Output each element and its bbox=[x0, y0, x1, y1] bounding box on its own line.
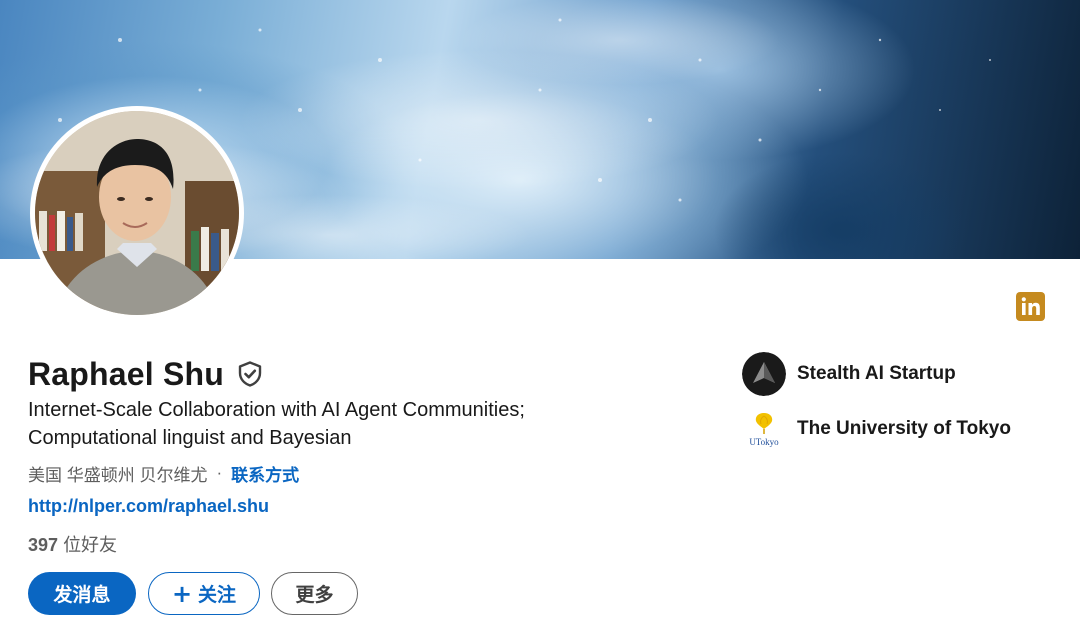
profile-card: Raphael Shu Internet-Scale Collaboration… bbox=[0, 0, 1080, 632]
plus-icon: + bbox=[171, 579, 193, 608]
website-link[interactable]: http://nlper.com/raphael.shu bbox=[28, 496, 269, 517]
svg-text:UTokyo: UTokyo bbox=[749, 437, 779, 447]
headline-line-2: Computational linguist and Bayesian bbox=[28, 427, 352, 449]
current-company-item[interactable]: Stealth AI Startup bbox=[742, 352, 956, 396]
connections-count[interactable]: 397 位好友 bbox=[28, 531, 117, 557]
school-name: The University of Tokyo bbox=[797, 418, 1011, 439]
linkedin-logo-icon bbox=[1016, 292, 1045, 321]
profile-name-row: Raphael Shu bbox=[28, 354, 264, 394]
stealth-logo-icon bbox=[742, 352, 786, 396]
separator-dot: · bbox=[216, 463, 223, 482]
utokyo-logo-icon: UTokyo bbox=[742, 407, 786, 451]
headline-line-1: Internet-Scale Collaboration with AI Age… bbox=[28, 399, 525, 421]
more-button[interactable]: 更多 bbox=[271, 572, 358, 615]
connections-label: 位好友 bbox=[63, 535, 118, 555]
company-name: Stealth AI Startup bbox=[797, 363, 956, 384]
verified-shield-icon[interactable] bbox=[236, 360, 264, 388]
follow-button[interactable]: + 关注 bbox=[148, 572, 260, 615]
education-item[interactable]: UTokyo The University of Tokyo bbox=[742, 407, 1011, 451]
more-button-label: 更多 bbox=[295, 584, 334, 606]
message-button-label: 发消息 bbox=[53, 584, 111, 606]
profile-avatar[interactable] bbox=[30, 106, 244, 320]
message-button[interactable]: 发消息 bbox=[28, 572, 136, 615]
profile-name: Raphael Shu bbox=[28, 355, 225, 392]
follow-button-label: 关注 bbox=[198, 584, 237, 606]
profile-location: 美国 华盛顿州 贝尔维尤 bbox=[28, 465, 208, 485]
profile-headline: Internet-Scale Collaboration with AI Age… bbox=[28, 396, 648, 452]
location-row: 美国 华盛顿州 贝尔维尤 · 联系方式 bbox=[28, 461, 299, 485]
connections-number: 397 bbox=[28, 535, 59, 555]
contact-info-link[interactable]: 联系方式 bbox=[231, 461, 299, 486]
